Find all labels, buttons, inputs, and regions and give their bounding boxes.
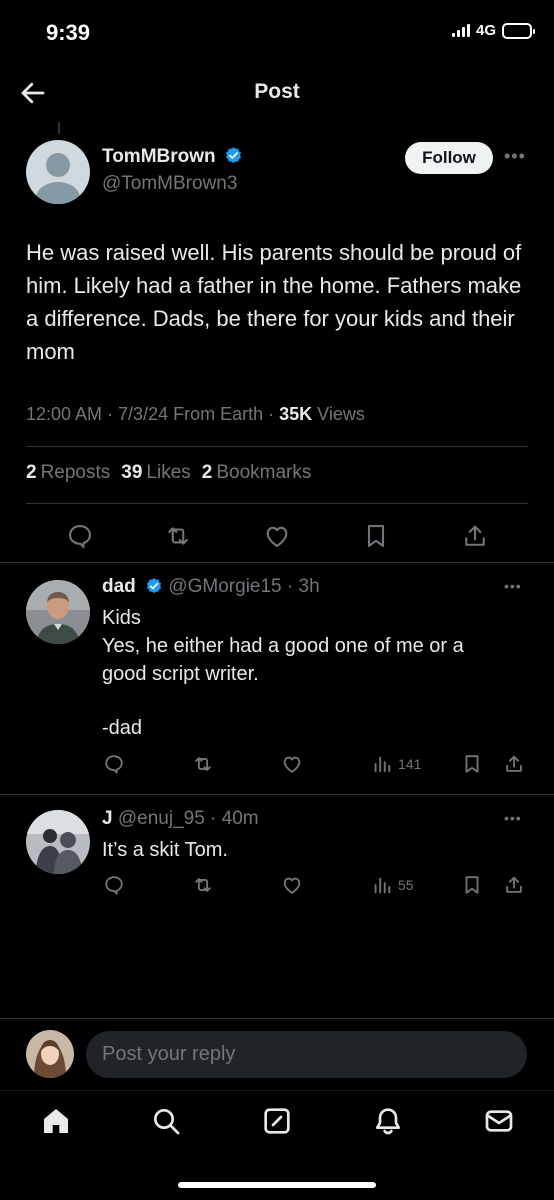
battery-icon bbox=[502, 22, 535, 39]
reply-line: -dad bbox=[102, 717, 143, 739]
signal-icon bbox=[451, 24, 470, 37]
avatar-photo bbox=[26, 580, 90, 644]
more-icon[interactable]: ••• bbox=[504, 810, 522, 826]
status-time: 9:39 bbox=[46, 20, 91, 45]
my-avatar[interactable] bbox=[26, 1030, 74, 1078]
notifications-icon[interactable] bbox=[372, 1105, 404, 1137]
divider bbox=[26, 503, 528, 504]
follow-button[interactable]: Follow bbox=[405, 142, 493, 174]
like-icon[interactable] bbox=[281, 874, 303, 896]
messages-icon[interactable] bbox=[483, 1105, 515, 1137]
network-label: 4G bbox=[475, 22, 496, 39]
divider bbox=[0, 1018, 554, 1019]
status-indicators: 4G bbox=[451, 22, 535, 39]
repost-icon[interactable] bbox=[192, 874, 214, 896]
default-avatar-icon bbox=[36, 153, 80, 204]
reply-avatar-j[interactable] bbox=[26, 810, 90, 874]
bookmark-icon[interactable] bbox=[362, 522, 390, 550]
home-indicator bbox=[178, 1182, 376, 1188]
reply-text: It’s a skit Tom. bbox=[102, 836, 522, 864]
verified-badge-icon bbox=[146, 578, 162, 594]
reposts-stat[interactable]: 2 Reposts bbox=[26, 462, 110, 484]
post-timestamp: 12:00 AM · 7/3/24 From Earth · bbox=[26, 404, 280, 424]
post-stats: 2 Reposts 39 Likes 2 Bookmarks bbox=[26, 462, 311, 484]
like-icon[interactable] bbox=[263, 522, 291, 550]
like-icon[interactable] bbox=[281, 753, 303, 775]
divider bbox=[0, 562, 554, 563]
reply-line: Yes, he either had a good one of me or a bbox=[102, 635, 464, 657]
reply-header: J @enuj_95 · 40m bbox=[102, 808, 259, 830]
reply-line bbox=[102, 688, 522, 714]
share-icon[interactable] bbox=[503, 753, 525, 775]
author-name[interactable]: TomMBrown bbox=[102, 146, 216, 167]
views-icon bbox=[374, 756, 391, 773]
reply-icon[interactable] bbox=[103, 753, 125, 775]
author-handle[interactable]: @TomMBrown3 bbox=[102, 173, 237, 195]
reply-handle-time: @enuj_95 · 40m bbox=[117, 808, 259, 829]
views-icon bbox=[374, 877, 391, 894]
home-icon[interactable] bbox=[40, 1105, 72, 1137]
author-avatar[interactable] bbox=[26, 140, 90, 204]
bookmarks-stat[interactable]: 2 Bookmarks bbox=[202, 462, 312, 484]
reply-icon[interactable] bbox=[103, 874, 125, 896]
more-icon[interactable]: ••• bbox=[504, 578, 522, 594]
views-stat[interactable]: 141 bbox=[371, 753, 421, 775]
views-count: 55 bbox=[398, 877, 414, 893]
author-name-row[interactable]: TomMBrown bbox=[102, 146, 243, 168]
search-icon[interactable] bbox=[150, 1105, 182, 1137]
likes-stat[interactable]: 39 Likes bbox=[121, 462, 191, 484]
verified-badge-icon bbox=[226, 147, 242, 164]
thread-line bbox=[58, 122, 60, 134]
views-stat[interactable]: 55 bbox=[371, 874, 414, 896]
views-count: 35K bbox=[279, 404, 313, 424]
share-icon[interactable] bbox=[461, 522, 489, 550]
repost-icon[interactable] bbox=[164, 522, 192, 550]
post-meta: 12:00 AM · 7/3/24 From Earth · 35K Views bbox=[26, 404, 365, 425]
reply-handle-time: @GMorgie15 · 3h bbox=[168, 576, 320, 597]
reply-line: good script writer. bbox=[102, 663, 259, 685]
share-icon[interactable] bbox=[503, 874, 525, 896]
divider bbox=[0, 794, 554, 795]
divider bbox=[26, 446, 528, 447]
divider bbox=[0, 1090, 554, 1091]
avatar-photo bbox=[26, 1030, 74, 1078]
reply-header: dad @GMorgie15 · 3h bbox=[102, 576, 320, 598]
reply-text: Kids Yes, he either had a good one of me… bbox=[102, 604, 522, 742]
views-count: 141 bbox=[398, 756, 422, 772]
reply-icon[interactable] bbox=[66, 522, 94, 550]
reply-line: Kids bbox=[102, 607, 141, 629]
views-label: Views bbox=[312, 404, 365, 424]
avatar-photo bbox=[26, 810, 90, 874]
more-icon[interactable]: ••• bbox=[504, 146, 526, 167]
bookmark-icon[interactable] bbox=[461, 874, 483, 896]
repost-icon[interactable] bbox=[192, 753, 214, 775]
reply-author-name[interactable]: dad bbox=[102, 576, 136, 597]
compose-icon[interactable] bbox=[261, 1105, 293, 1137]
post-text: He was raised well. His parents should b… bbox=[26, 240, 522, 364]
reply-line: It’s a skit Tom. bbox=[102, 839, 228, 861]
reply-input[interactable]: Post your reply bbox=[86, 1031, 527, 1078]
reply-author-name[interactable]: J bbox=[102, 808, 113, 829]
reply-avatar-dad[interactable] bbox=[26, 580, 90, 644]
bookmark-icon[interactable] bbox=[461, 753, 483, 775]
page-title: Post bbox=[254, 80, 300, 103]
